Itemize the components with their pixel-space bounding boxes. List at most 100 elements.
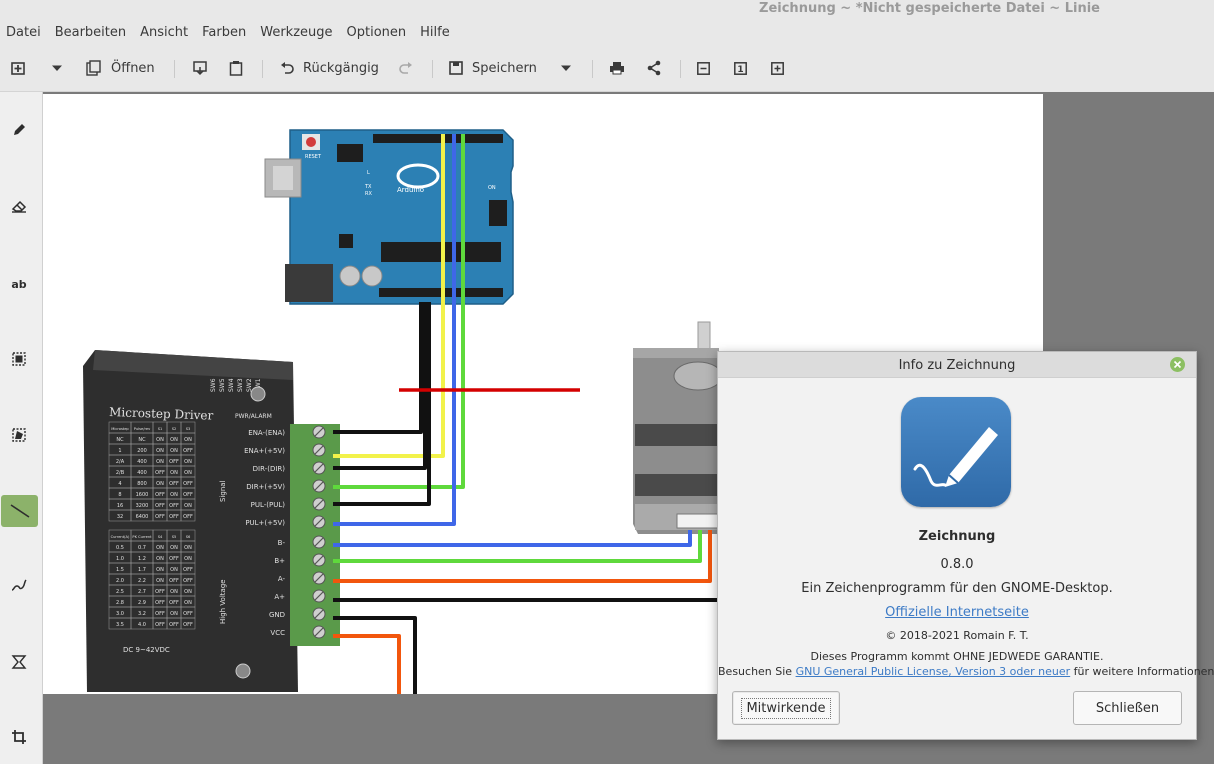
undo-button[interactable]: Rückgängig (280, 58, 379, 78)
table-cell-text: ON (156, 567, 164, 573)
website-link[interactable]: Offizielle Internetseite (718, 605, 1196, 620)
open-icon (86, 60, 101, 76)
new-image-icon (11, 62, 25, 75)
table-cell-text: OFF (183, 567, 193, 573)
table-cell-text: OFF (183, 481, 193, 487)
table-cell-text: 8 (118, 492, 121, 498)
table-cell-text: 800 (137, 481, 147, 487)
tool-crop[interactable] (0, 721, 38, 753)
zoom-in-button[interactable] (771, 58, 784, 78)
driver-terminal-label: B+ (274, 557, 285, 565)
toolbar-separator (174, 60, 175, 78)
line-icon (10, 504, 29, 518)
table-cell-text: S6 (186, 535, 191, 539)
arduino-rx-label: RX (365, 191, 372, 197)
close-button[interactable]: Schließen (1073, 691, 1182, 725)
arduino-tx-label: TX (364, 184, 372, 190)
table-cell-text: NC (116, 437, 124, 443)
table-cell-text: 1.5 (116, 567, 124, 573)
text-icon: ab (11, 277, 27, 291)
reset-button-graphic (306, 137, 316, 147)
table-cell-text: OFF (183, 514, 193, 520)
warranty-notice: Dieses Programm kommt OHNE JEDWEDE GARAN… (810, 650, 1104, 663)
license-link[interactable]: GNU General Public License, Version 3 od… (796, 665, 1071, 678)
table-cell-text: 1.2 (138, 556, 146, 562)
driver-terminal-label: GND (269, 611, 285, 619)
window-title: Zeichnung ~ *Nicht gespeicherte Datei ~ … (759, 1, 1100, 16)
driver-voltage: DC 9~42VDC (123, 646, 170, 654)
table-cell-text: Microstep (111, 427, 129, 431)
table-cell-text: 3200 (136, 503, 149, 509)
table-cell-text: OFF (169, 578, 179, 584)
zoom-out-button[interactable] (697, 58, 710, 78)
microstep-driver: Microstep Driver DC 9~42VDC PWR/ALARM Si… (83, 350, 340, 692)
menu-ansicht[interactable]: Ansicht (134, 22, 196, 44)
tool-eraser[interactable] (0, 190, 38, 222)
table-cell-text: 2.5 (116, 589, 124, 595)
table-cell-text: Current(A) (111, 535, 130, 539)
new-options-dropdown[interactable] (51, 58, 63, 78)
paste-button[interactable] (229, 58, 243, 78)
import-button[interactable] (192, 58, 208, 78)
new-image-button[interactable] (11, 58, 27, 78)
table-cell-text: 32 (117, 514, 123, 520)
table-cell-text: 2.7 (138, 589, 146, 595)
zoom-level: 1 (737, 65, 743, 75)
undo-label: Rückgängig (303, 60, 379, 76)
license-suffix: für weitere Informationen. (1070, 665, 1214, 678)
menu-bearbeiten[interactable]: Bearbeiten (49, 22, 134, 44)
table-cell-text: 1.7 (138, 567, 146, 573)
table-cell-text: 3.0 (116, 611, 124, 617)
shape-icon (11, 655, 27, 669)
tool-shape[interactable] (0, 646, 38, 678)
table-cell-text: ON (156, 545, 164, 551)
about-dialog: Info zu Zeichnung Zeichnung 0.8.0 Ein Ze… (717, 351, 1214, 740)
table-cell-text: S2 (172, 427, 177, 431)
table-cell-text: 2.0 (116, 578, 124, 584)
credits-button[interactable]: Mitwirkende (732, 691, 840, 725)
dialog-close-button[interactable] (1170, 357, 1185, 372)
table-cell-text: 16 (117, 503, 123, 509)
table-cell-text: ON (184, 556, 192, 562)
driver-terminal-label: ENA-(ENA) (248, 429, 285, 437)
redo-icon (399, 62, 412, 74)
table-cell-text: S5 (172, 535, 177, 539)
print-button[interactable] (609, 58, 625, 78)
menu-werkzeuge[interactable]: Werkzeuge (254, 22, 340, 44)
table-cell-text: 200 (137, 448, 147, 454)
toolbar-separator (432, 60, 433, 78)
table-cell-text: ON (170, 545, 178, 551)
menu-hilfe[interactable]: Hilfe (414, 22, 458, 44)
table-cell-text: ON (170, 470, 178, 476)
menu-farben[interactable]: Farben (196, 22, 254, 44)
table-cell-text: OFF (155, 611, 165, 617)
tool-rect-selection[interactable] (0, 343, 38, 375)
table-cell-text: ON (170, 611, 178, 617)
menu-datei[interactable]: Datei (0, 22, 49, 44)
menu-optionen[interactable]: Optionen (341, 22, 415, 44)
table-cell-text: ON (156, 459, 164, 465)
tool-text[interactable]: ab (0, 268, 38, 300)
tool-line[interactable] (1, 495, 38, 527)
save-button[interactable]: Speichern (449, 58, 537, 78)
open-label: Öffnen (111, 60, 155, 76)
tool-free-selection[interactable] (0, 419, 38, 451)
table-cell-text: OFF (169, 459, 179, 465)
driver-terminal-label: B- (278, 539, 286, 547)
driver-switch-label: SW4 (228, 378, 235, 392)
zoom-reset-button[interactable]: 1 (734, 58, 747, 78)
table-cell-text: ON (170, 437, 178, 443)
open-button[interactable]: Öffnen (86, 58, 155, 78)
share-button[interactable] (646, 58, 662, 78)
tool-pencil[interactable] (0, 114, 38, 146)
tool-curve[interactable] (0, 570, 38, 602)
app-version: 0.8.0 (940, 557, 974, 572)
printer-icon (610, 62, 624, 75)
table-cell-text: OFF (169, 622, 179, 628)
table-cell-text: S1 (158, 427, 163, 431)
table-cell-text: OFF (183, 578, 193, 584)
arduino-digital-header (373, 134, 503, 143)
save-options-dropdown[interactable] (560, 58, 572, 78)
redo-button[interactable] (399, 58, 413, 78)
table-cell-text: OFF (183, 492, 193, 498)
